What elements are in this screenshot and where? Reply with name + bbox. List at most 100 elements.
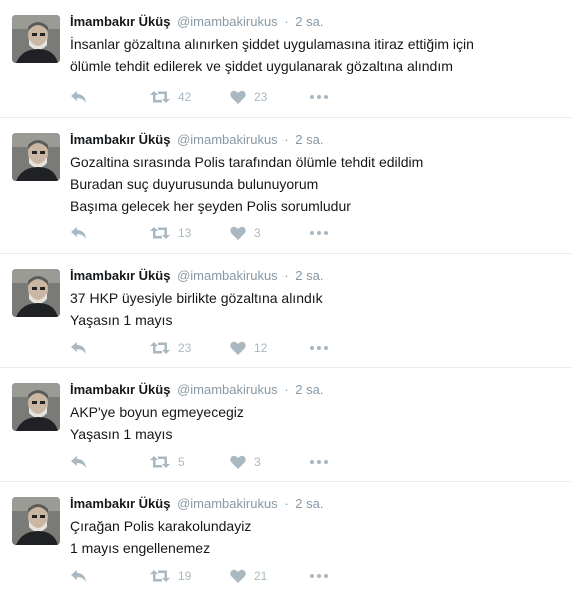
tweet[interactable]: İmambakır Üküş @imambakirukus · 2 sa. Go… <box>0 118 571 254</box>
reply-icon <box>70 90 88 104</box>
more-dots-icon[interactable] <box>310 231 328 235</box>
reply-button[interactable] <box>70 90 150 104</box>
retweet-button[interactable]: 23 <box>150 341 230 355</box>
tweet-header: İmambakır Üküş @imambakirukus · 2 sa. <box>70 382 323 398</box>
tweet-text-line: AKP'ye boyun egmeyecegiz <box>70 404 244 420</box>
tweet-text-line: İnsanlar gözaltına alınırken şiddet uygu… <box>70 36 474 52</box>
more-dots-icon[interactable] <box>310 460 328 464</box>
like-button[interactable]: 21 <box>230 569 310 583</box>
tweet-text: 37 HKP üyesiyle birlikte gözaltına alınd… <box>70 287 560 331</box>
tweet-actions: 5 3 <box>70 453 328 471</box>
retweet-button[interactable]: 13 <box>150 226 230 240</box>
tweet-header: İmambakır Üküş @imambakirukus · 2 sa. <box>70 268 323 284</box>
user-handle[interactable]: @imambakirukus <box>177 268 278 283</box>
user-name[interactable]: İmambakır Üküş <box>70 268 170 283</box>
heart-icon <box>230 569 246 583</box>
like-button[interactable]: 23 <box>230 90 310 104</box>
timestamp[interactable]: 2 sa. <box>295 14 323 29</box>
like-count: 12 <box>254 341 268 355</box>
heart-icon <box>230 90 246 104</box>
user-handle[interactable]: @imambakirukus <box>177 132 278 147</box>
user-name[interactable]: İmambakır Üküş <box>70 132 170 147</box>
timestamp[interactable]: 2 sa. <box>295 268 323 283</box>
separator: · <box>284 132 289 147</box>
like-button[interactable]: 12 <box>230 341 310 355</box>
user-handle[interactable]: @imambakirukus <box>177 14 278 29</box>
retweet-button[interactable]: 42 <box>150 90 230 104</box>
tweet[interactable]: İmambakır Üküş @imambakirukus · 2 sa. Çı… <box>0 482 571 591</box>
retweet-count: 42 <box>178 90 192 104</box>
avatar[interactable] <box>12 133 60 181</box>
tweet-text-line: Yaşasın 1 mayıs <box>70 426 173 442</box>
tweet-text: İnsanlar gözaltına alınırken şiddet uygu… <box>70 33 560 77</box>
reply-icon <box>70 569 88 583</box>
tweet-feed: İmambakır Üküş @imambakirukus · 2 sa. İn… <box>0 0 571 591</box>
timestamp[interactable]: 2 sa. <box>295 496 323 511</box>
tweet-actions: 42 23 <box>70 88 328 106</box>
tweet-header: İmambakır Üküş @imambakirukus · 2 sa. <box>70 496 323 512</box>
retweet-count: 5 <box>178 455 185 469</box>
retweet-button[interactable]: 19 <box>150 569 230 583</box>
tweet-text-line: Gozaltina sırasında Polis tarafından ölü… <box>70 154 424 170</box>
user-handle[interactable]: @imambakirukus <box>177 496 278 511</box>
more-dots-icon[interactable] <box>310 574 328 578</box>
reply-icon <box>70 226 88 240</box>
more-dots-icon[interactable] <box>310 95 328 99</box>
tweet-text-line: 37 HKP üyesiyle birlikte gözaltına alınd… <box>70 290 323 306</box>
avatar[interactable] <box>12 269 60 317</box>
reply-icon <box>70 455 88 469</box>
avatar[interactable] <box>12 383 60 431</box>
tweet[interactable]: İmambakır Üküş @imambakirukus · 2 sa. AK… <box>0 368 571 482</box>
separator: · <box>284 382 289 397</box>
tweet-text: Çırağan Polis karakolundayiz 1 mayıs eng… <box>70 515 560 559</box>
retweet-icon <box>150 455 170 469</box>
tweet-actions: 13 3 <box>70 224 328 242</box>
timestamp[interactable]: 2 sa. <box>295 132 323 147</box>
tweet-text: AKP'ye boyun egmeyecegiz Yaşasın 1 mayıs <box>70 401 560 445</box>
reply-button[interactable] <box>70 341 150 355</box>
tweet[interactable]: İmambakır Üküş @imambakirukus · 2 sa. İn… <box>0 0 571 118</box>
user-name[interactable]: İmambakır Üküş <box>70 14 170 29</box>
tweet-header: İmambakır Üküş @imambakirukus · 2 sa. <box>70 14 323 30</box>
tweet-text-line: Başıma gelecek her şeyden Polis sorumlud… <box>70 198 351 214</box>
heart-icon <box>230 226 246 240</box>
reply-icon <box>70 341 88 355</box>
tweet-header: İmambakır Üküş @imambakirukus · 2 sa. <box>70 132 323 148</box>
avatar[interactable] <box>12 497 60 545</box>
like-button[interactable]: 3 <box>230 455 310 469</box>
tweet-text-line: ölümle tehdit edilerek ve şiddet uygulan… <box>70 58 453 74</box>
like-count: 3 <box>254 455 261 469</box>
more-dots-icon[interactable] <box>310 346 328 350</box>
retweet-icon <box>150 569 170 583</box>
tweet-text: Gozaltina sırasında Polis tarafından ölü… <box>70 151 560 217</box>
tweet-actions: 23 12 <box>70 339 328 357</box>
separator: · <box>284 268 289 283</box>
retweet-count: 23 <box>178 341 192 355</box>
heart-icon <box>230 455 246 469</box>
tweet[interactable]: İmambakır Üküş @imambakirukus · 2 sa. 37… <box>0 254 571 368</box>
like-count: 3 <box>254 226 261 240</box>
reply-button[interactable] <box>70 569 150 583</box>
separator: · <box>284 14 289 29</box>
user-handle[interactable]: @imambakirukus <box>177 382 278 397</box>
retweet-icon <box>150 90 170 104</box>
retweet-count: 19 <box>178 569 192 583</box>
tweet-actions: 19 21 <box>70 567 328 585</box>
user-name[interactable]: İmambakır Üküş <box>70 496 170 511</box>
timestamp[interactable]: 2 sa. <box>295 382 323 397</box>
like-count: 23 <box>254 90 268 104</box>
reply-button[interactable] <box>70 226 150 240</box>
tweet-text-line: Yaşasın 1 mayıs <box>70 312 173 328</box>
retweet-button[interactable]: 5 <box>150 455 230 469</box>
avatar[interactable] <box>12 15 60 63</box>
reply-button[interactable] <box>70 455 150 469</box>
retweet-icon <box>150 341 170 355</box>
tweet-text-line: Buradan suç duyurusunda bulunuyorum <box>70 176 319 192</box>
separator: · <box>284 496 289 511</box>
tweet-text-line: Çırağan Polis karakolundayiz <box>70 518 252 534</box>
user-name[interactable]: İmambakır Üküş <box>70 382 170 397</box>
retweet-count: 13 <box>178 226 192 240</box>
like-button[interactable]: 3 <box>230 226 310 240</box>
like-count: 21 <box>254 569 268 583</box>
heart-icon <box>230 341 246 355</box>
